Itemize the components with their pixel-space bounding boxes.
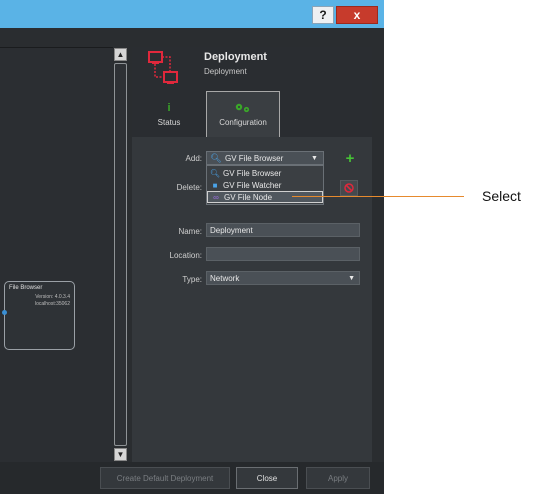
option-label: GV File Node xyxy=(224,192,273,202)
tab-configuration[interactable]: Configuration xyxy=(206,91,280,137)
title-bar: ? x xyxy=(0,0,384,28)
add-label: Add: xyxy=(185,154,202,163)
delete-button[interactable] xyxy=(340,180,358,196)
callout-line xyxy=(292,196,464,197)
tab-strip: i Status Configuration xyxy=(132,91,372,137)
add-dropdown-list: 🔍︎ GV File Browser ■ GV File Watcher ∞ G… xyxy=(206,165,324,205)
window-close-button[interactable]: x xyxy=(336,6,378,24)
node-title: File Browser xyxy=(9,285,43,291)
gears-icon xyxy=(235,103,250,113)
folder-icon: ■ xyxy=(212,180,218,190)
dropdown-option-file-node[interactable]: ∞ GV File Node xyxy=(207,191,323,203)
info-icon: i xyxy=(167,101,171,114)
panel-title: Deployment xyxy=(204,51,267,63)
scroll-up-arrow-icon[interactable]: ▲ xyxy=(114,48,127,61)
add-node-type-select[interactable]: 🔍︎ GV File Browser ▼ xyxy=(206,151,324,165)
file-browser-node[interactable]: File Browser Version: 4.0.3.4 localhost:… xyxy=(2,281,75,350)
location-label: Location: xyxy=(169,251,202,260)
option-label: GV File Browser xyxy=(223,168,282,178)
search-icon: 🔍︎ xyxy=(210,152,222,163)
node-version: Version: 4.0.3.4 xyxy=(35,294,70,300)
close-button[interactable]: Close xyxy=(236,467,298,489)
dropdown-option-file-watcher[interactable]: ■ GV File Watcher xyxy=(207,179,323,191)
deployment-canvas[interactable]: File Browser Version: 4.0.3.4 localhost:… xyxy=(0,47,113,462)
add-button[interactable]: + xyxy=(342,150,358,166)
create-default-deployment-button[interactable]: Create Default Deployment xyxy=(100,467,230,489)
name-label: Name: xyxy=(178,227,202,236)
delete-label: Delete: xyxy=(176,183,202,192)
deployment-window: ? x File Browser Version: 4.0.3.4 localh… xyxy=(0,0,384,494)
location-field[interactable] xyxy=(206,247,360,261)
chevron-down-icon: ▼ xyxy=(311,154,318,162)
properties-panel: Deployment Deployment i Status Configura… xyxy=(132,47,372,462)
help-button[interactable]: ? xyxy=(312,6,334,24)
tab-configuration-label: Configuration xyxy=(219,118,267,127)
type-select[interactable]: Network ▼ xyxy=(206,271,360,285)
name-field[interactable]: Deployment xyxy=(206,223,360,237)
dropdown-option-file-browser[interactable]: 🔍︎ GV File Browser xyxy=(207,167,323,179)
add-select-value: GV File Browser xyxy=(225,153,284,163)
panel-header: Deployment Deployment xyxy=(132,47,372,91)
deployment-network-icon xyxy=(148,51,178,84)
link-icon: ∞ xyxy=(213,192,219,202)
vertical-scrollbar[interactable]: ▲ ▼ xyxy=(113,47,128,462)
scroll-down-arrow-icon[interactable]: ▼ xyxy=(114,448,127,461)
node-host: localhost:35062 xyxy=(34,301,70,307)
search-icon: 🔍︎ xyxy=(209,168,221,178)
footer-bar: Create Default Deployment Close Apply xyxy=(0,462,384,494)
callout-label: Select xyxy=(482,188,521,204)
tab-status[interactable]: i Status xyxy=(132,91,206,137)
type-select-value: Network xyxy=(210,273,240,283)
no-entry-icon xyxy=(344,183,354,193)
node-connector-port[interactable] xyxy=(2,310,7,315)
panel-subtitle: Deployment xyxy=(204,67,247,76)
tab-status-label: Status xyxy=(157,117,181,127)
type-label: Type: xyxy=(182,275,202,284)
apply-button[interactable]: Apply xyxy=(306,467,370,489)
scrollbar-track[interactable] xyxy=(114,63,127,446)
chevron-down-icon: ▼ xyxy=(348,274,355,282)
option-label: GV File Watcher xyxy=(223,180,282,190)
